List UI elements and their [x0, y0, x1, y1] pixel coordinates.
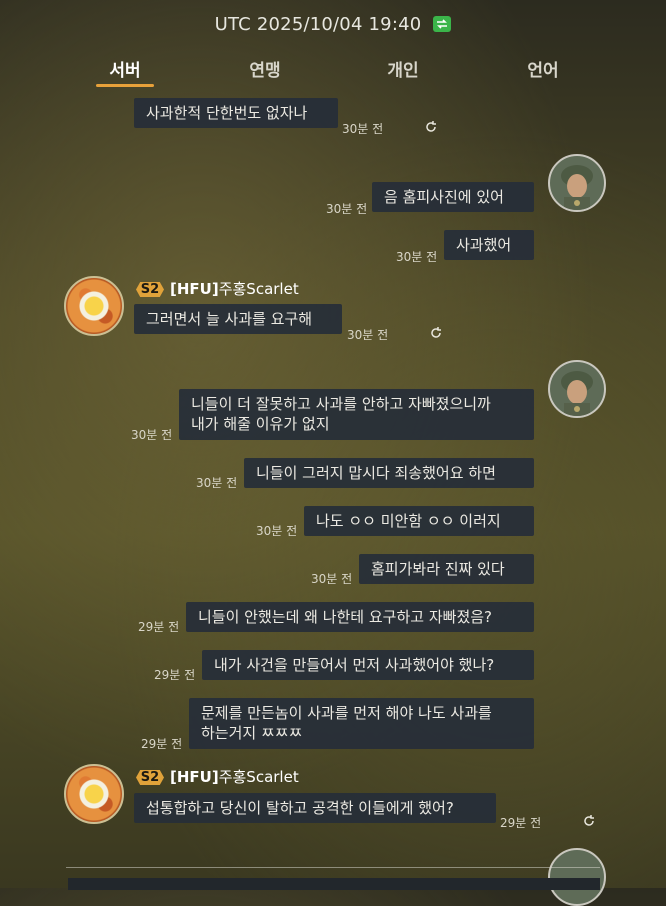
sender-name-row[interactable]: S2 [HFU]주홍Scarlet — [136, 766, 299, 787]
chat-tabs: 서버 연맹 개인 언어 — [0, 56, 666, 88]
sender-name: 주홍Scarlet — [218, 280, 299, 298]
message-time: 30분 전 — [347, 328, 389, 342]
chat-bubble[interactable]: 나도 ㅇㅇ 미안함 ㅇㅇ 이러지 — [304, 506, 534, 536]
tab-language[interactable]: 언어 — [498, 56, 588, 81]
sender-avatar[interactable] — [64, 276, 124, 336]
header-time-text: UTC 2025/10/04 19:40 — [214, 14, 422, 35]
chat-bubble[interactable]: 사과했어 — [444, 230, 534, 260]
message-time: 30분 전 — [311, 572, 353, 586]
message-time: 30분 전 — [196, 476, 238, 490]
rank-badge: S2 — [136, 282, 164, 297]
chat-bubble[interactable]: 그러면서 늘 사과를 요구해 — [134, 304, 342, 334]
message-time: 30분 전 — [326, 202, 368, 216]
chat-bubble[interactable]: 니들이 더 잘못하고 사과를 안하고 자빠졌으니까 내가 해줄 이유가 없지 — [179, 389, 534, 440]
alliance-tag: [HFU] — [170, 768, 219, 786]
alliance-tag: [HFU] — [170, 280, 219, 298]
chat-bubble[interactable]: 내가 사건을 만들어서 먼저 사과했어야 했나? — [202, 650, 534, 680]
message-time: 29분 전 — [154, 668, 196, 682]
message-time: 29분 전 — [138, 620, 180, 634]
chat-bubble[interactable]: 홈피가봐라 진짜 있다 — [359, 554, 534, 584]
sender-name-row[interactable]: S2 [HFU]주홍Scarlet — [136, 278, 299, 299]
chat-bubble[interactable]: 섭통합하고 당신이 탈하고 공격한 이들에게 했어? — [134, 793, 496, 823]
chat-bubble[interactable]: 문제를 만든놈이 사과를 먼저 해야 나도 사과를 하는거지 ㅉㅉㅉ — [189, 698, 534, 749]
tab-server[interactable]: 서버 — [80, 56, 170, 87]
chat-bubble[interactable]: 사과한적 단한번도 없자나 — [134, 98, 338, 128]
translate-icon[interactable] — [424, 120, 438, 134]
self-avatar[interactable] — [548, 154, 606, 212]
message-time: 30분 전 — [131, 428, 173, 442]
chat-bubble[interactable]: 니들이 그러지 맙시다 죄송했어요 하면 — [244, 458, 534, 488]
message-time: 29분 전 — [141, 737, 183, 751]
message-time: 30분 전 — [256, 524, 298, 538]
rank-badge: S2 — [136, 770, 164, 785]
translate-icon[interactable] — [429, 326, 443, 340]
message-time: 29분 전 — [500, 816, 542, 830]
message-time: 30분 전 — [396, 250, 438, 264]
sender-avatar[interactable] — [64, 764, 124, 824]
sender-name: 주홍Scarlet — [218, 768, 299, 786]
tab-personal[interactable]: 개인 — [358, 56, 448, 81]
tab-alliance[interactable]: 연맹 — [220, 56, 310, 81]
translate-icon[interactable] — [582, 814, 596, 828]
sync-icon[interactable] — [433, 16, 452, 32]
divider — [66, 867, 600, 868]
self-avatar[interactable] — [548, 360, 606, 418]
message-time: 30분 전 — [342, 122, 384, 136]
chat-bubble[interactable]: 음 홈피사진에 있어 — [372, 182, 534, 212]
chat-bubble[interactable]: 니들이 안했는데 왜 나한테 요구하고 자빠졌음? — [186, 602, 534, 632]
chat-input-bar[interactable] — [68, 878, 600, 890]
header-time: UTC 2025/10/04 19:40 — [0, 14, 666, 35]
self-avatar[interactable] — [548, 848, 606, 906]
